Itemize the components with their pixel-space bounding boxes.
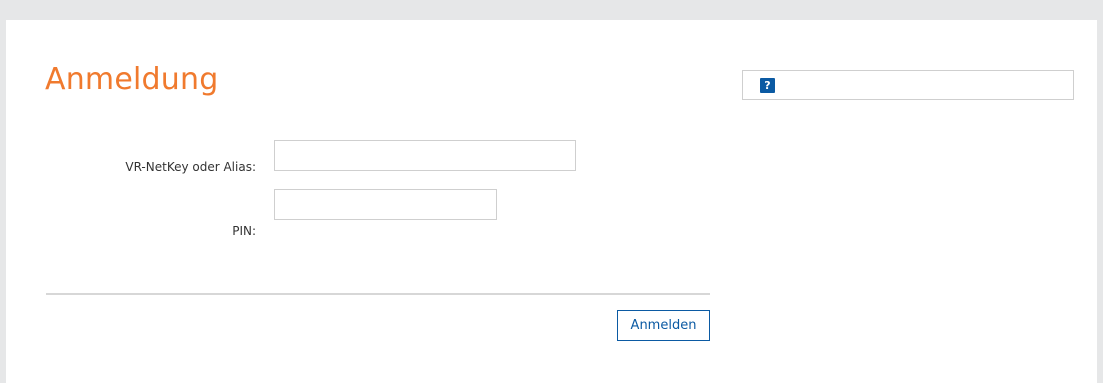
help-icon[interactable]: ? [760, 78, 775, 93]
form-divider [46, 293, 710, 295]
page-title: Anmeldung [45, 62, 219, 97]
pin-label: PIN: [232, 224, 256, 238]
login-button[interactable]: Anmelden [617, 310, 710, 341]
pin-input[interactable] [274, 189, 497, 220]
login-panel: Anmeldung ? VR-NetKey oder Alias: PIN: A… [6, 20, 1097, 383]
netkey-input[interactable] [274, 140, 576, 171]
help-box: ? [742, 70, 1074, 100]
netkey-label: VR-NetKey oder Alias: [125, 160, 256, 174]
